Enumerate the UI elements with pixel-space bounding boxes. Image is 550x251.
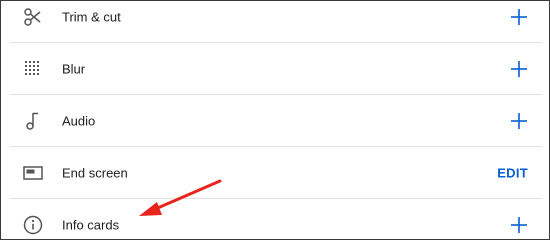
blur-grid-icon	[20, 56, 46, 82]
add-blur-button[interactable]	[510, 60, 528, 78]
tool-label-end-screen: End screen	[62, 165, 128, 180]
plus-icon	[511, 217, 527, 233]
info-icon	[20, 212, 46, 238]
music-note-icon	[20, 108, 46, 134]
end-screen-icon	[20, 160, 46, 186]
tool-row-audio[interactable]: Audio	[10, 95, 542, 147]
editor-tools-panel: Trim & cut Blur Audio End screen EDIT In…	[0, 0, 550, 240]
tool-label-info-cards: Info cards	[62, 217, 120, 233]
add-trim-cut-button[interactable]	[510, 8, 528, 26]
tool-label-blur: Blur	[62, 61, 86, 76]
tool-row-end-screen[interactable]: End screen EDIT	[10, 147, 542, 199]
tool-label-trim-cut: Trim & cut	[62, 9, 121, 24]
edit-end-screen-button[interactable]: EDIT	[497, 165, 528, 180]
tool-row-trim-cut[interactable]: Trim & cut	[10, 0, 542, 43]
tool-label-audio: Audio	[62, 113, 96, 128]
plus-icon	[511, 8, 527, 25]
scissors-icon	[20, 4, 46, 30]
tool-row-blur[interactable]: Blur	[10, 43, 542, 95]
add-audio-button[interactable]	[510, 112, 528, 130]
edit-label: EDIT	[497, 165, 528, 180]
plus-icon	[511, 112, 527, 129]
tool-row-info-cards[interactable]: Info cards	[10, 199, 542, 251]
plus-icon	[511, 60, 527, 77]
add-info-cards-button[interactable]	[510, 216, 528, 234]
